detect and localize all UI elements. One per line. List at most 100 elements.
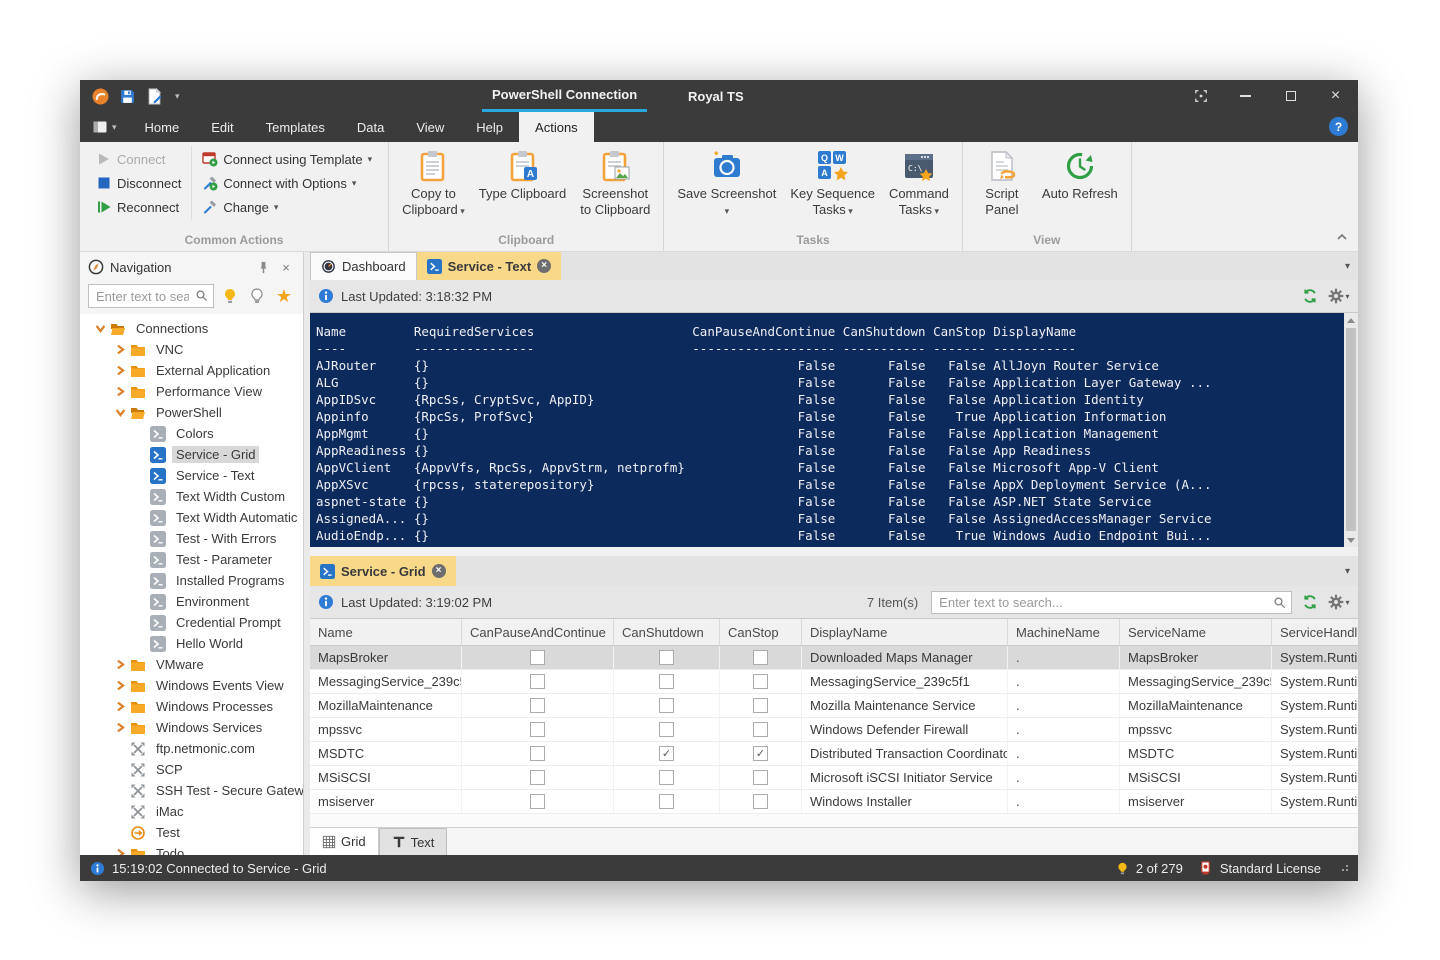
checkbox[interactable] (659, 722, 674, 737)
ribbon-button-save-screenshot[interactable]: Save Screenshot ▾ (670, 146, 783, 221)
grid-cell-checkbox[interactable] (614, 670, 720, 694)
checkbox[interactable] (753, 674, 768, 689)
menu-tab-actions[interactable]: Actions (519, 112, 594, 142)
nav-item-colors[interactable]: Colors (80, 423, 303, 444)
nav-item-windows-services[interactable]: Windows Services (80, 717, 303, 738)
pane-splitter[interactable] (310, 547, 1358, 556)
chevron-right-icon[interactable] (114, 700, 127, 713)
chevron-right-icon[interactable] (114, 658, 127, 671)
application-menu-button[interactable]: ▾ (80, 112, 129, 142)
close-button[interactable]: × (1313, 80, 1358, 112)
grid-column-header-canstop[interactable]: CanStop (720, 619, 802, 646)
grid-cell-checkbox[interactable] (462, 742, 614, 766)
checkbox[interactable] (753, 722, 768, 737)
chevron-down-icon[interactable] (114, 406, 127, 419)
bulb-filled-button[interactable] (219, 284, 241, 308)
grid-cell-checkbox[interactable]: ✓ (720, 742, 802, 766)
terminal-scrollbar[interactable] (1344, 313, 1358, 547)
grid-cell-checkbox[interactable] (720, 670, 802, 694)
new-document-icon[interactable] (146, 87, 163, 105)
save-icon[interactable] (119, 88, 136, 105)
nav-item-credential-prompt[interactable]: Credential Prompt (80, 612, 303, 633)
quick-access-dropdown[interactable]: ▾ (175, 91, 180, 102)
grid-cell-checkbox[interactable] (462, 790, 614, 814)
checkbox[interactable] (530, 794, 545, 809)
tab-close-icon[interactable]: × (537, 259, 552, 273)
document-tab[interactable]: PowerShell Connection (482, 80, 648, 112)
pin-icon[interactable] (256, 260, 271, 275)
scrollbar-thumb[interactable] (1346, 328, 1356, 531)
nav-item-hello-world[interactable]: Hello World (80, 633, 303, 654)
ribbon-button-disconnect[interactable]: Disconnect (90, 172, 187, 194)
menu-tab-edit[interactable]: Edit (195, 112, 249, 142)
grid-cell-checkbox[interactable] (462, 766, 614, 790)
grid-cell-checkbox[interactable] (720, 694, 802, 718)
checkbox[interactable] (659, 698, 674, 713)
nav-item-scp[interactable]: SCP (80, 759, 303, 780)
nav-item-service-grid[interactable]: Service - Grid (80, 444, 303, 465)
chevron-down-icon[interactable] (94, 322, 107, 335)
checkbox[interactable] (530, 698, 545, 713)
ribbon-button-auto-refresh[interactable]: Auto Refresh (1035, 146, 1125, 204)
tab-close-icon[interactable]: × (431, 564, 446, 578)
nav-item-service-text[interactable]: Service - Text (80, 465, 303, 486)
grid-cell-checkbox[interactable] (462, 718, 614, 742)
nav-item-powershell[interactable]: PowerShell (80, 402, 303, 423)
checkbox[interactable] (659, 770, 674, 785)
menu-tab-home[interactable]: Home (129, 112, 196, 142)
ribbon-button-type-clipboard[interactable]: A Type Clipboard (472, 146, 573, 204)
checkbox[interactable] (530, 674, 545, 689)
tab-list-dropdown[interactable]: ▾ (1345, 252, 1350, 280)
nav-item-windows-events-view[interactable]: Windows Events View (80, 675, 303, 696)
nav-item-test-parameter[interactable]: Test - Parameter (80, 549, 303, 570)
checkbox[interactable] (530, 722, 545, 737)
nav-item-environment[interactable]: Environment (80, 591, 303, 612)
tab-service-text[interactable]: Service - Text × (416, 252, 562, 280)
menu-tab-help[interactable]: Help (460, 112, 519, 142)
grid-cell-checkbox[interactable] (720, 790, 802, 814)
ribbon-button-copy-to-clipboard[interactable]: Copy to Clipboard ▾ (395, 146, 472, 221)
chevron-right-icon[interactable] (114, 343, 127, 356)
menu-tab-data[interactable]: Data (341, 112, 400, 142)
grid-cell-checkbox[interactable] (614, 790, 720, 814)
grid-cell-checkbox[interactable] (720, 766, 802, 790)
grid-column-header-canpauseandcontinue[interactable]: CanPauseAndContinue (462, 619, 614, 646)
menu-tab-view[interactable]: View (400, 112, 460, 142)
chevron-right-icon[interactable] (114, 385, 127, 398)
grid-column-header-servicename[interactable]: ServiceName (1120, 619, 1272, 646)
checkbox[interactable] (659, 650, 674, 665)
grid-column-header-displayname[interactable]: DisplayName (802, 619, 1008, 646)
settings-button[interactable]: ▾ (1328, 591, 1350, 613)
nav-item-windows-processes[interactable]: Windows Processes (80, 696, 303, 717)
ribbon-button-script-panel[interactable]: Script Panel (969, 146, 1035, 221)
nav-item-installed-programs[interactable]: Installed Programs (80, 570, 303, 591)
grid-cell-checkbox[interactable] (462, 670, 614, 694)
view-button-grid[interactable]: Grid (310, 828, 379, 855)
ribbon-button-reconnect[interactable]: Reconnect (90, 196, 187, 218)
nav-item-test[interactable]: Test (80, 822, 303, 843)
help-button[interactable]: ? (1329, 117, 1348, 136)
refresh-button[interactable] (1299, 591, 1321, 613)
nav-item-text-width-custom[interactable]: Text Width Custom (80, 486, 303, 507)
grid-cell-checkbox[interactable] (614, 766, 720, 790)
nav-item-external-application[interactable]: External Application (80, 360, 303, 381)
grid-search-input[interactable] (931, 590, 1292, 614)
grid-column-header-name[interactable]: Name (310, 619, 462, 646)
favorites-button[interactable]: ★ (273, 284, 295, 308)
nav-item-todo[interactable]: Todo (80, 843, 303, 855)
checkbox[interactable] (530, 650, 545, 665)
nav-item-text-width-automatic[interactable]: Text Width Automatic (80, 507, 303, 528)
nav-item-ftp-netmonic-com[interactable]: ftp.netmonic.com (80, 738, 303, 759)
scroll-down-icon[interactable] (1344, 533, 1358, 547)
focus-mode-button[interactable] (1178, 80, 1223, 112)
tab-dashboard[interactable]: Dashboard (310, 252, 417, 280)
nav-item-imac[interactable]: iMac (80, 801, 303, 822)
minimize-button[interactable] (1223, 80, 1268, 112)
nav-item-performance-view[interactable]: Performance View (80, 381, 303, 402)
tab-service-grid[interactable]: Service - Grid × (310, 556, 456, 586)
maximize-button[interactable] (1268, 80, 1313, 112)
checkbox[interactable] (659, 794, 674, 809)
nav-item-test-with-errors[interactable]: Test - With Errors (80, 528, 303, 549)
grid-cell-checkbox[interactable] (614, 694, 720, 718)
nav-item-vmware[interactable]: VMware (80, 654, 303, 675)
